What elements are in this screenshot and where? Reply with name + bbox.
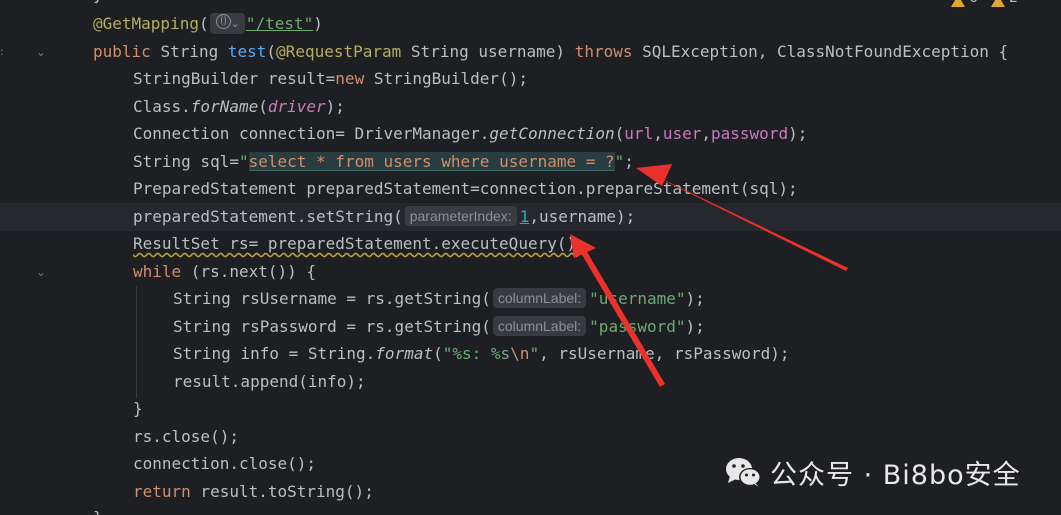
arrow-to-sql-string [651, 170, 848, 271]
code-editor[interactable]: 6 2 : ⌄ ⌄ } @GetMapping(⌄"/test") public… [0, 0, 1061, 515]
arrow-to-sql-head [636, 164, 672, 186]
wechat-icon [726, 458, 761, 487]
arrow-to-executequery [578, 245, 665, 387]
annotation-arrows [570, 164, 848, 387]
watermark-text: 公众号 · Bi8bo安全 [770, 459, 1021, 491]
watermark: 公众号 · Bi8bo安全 [724, 452, 1021, 492]
